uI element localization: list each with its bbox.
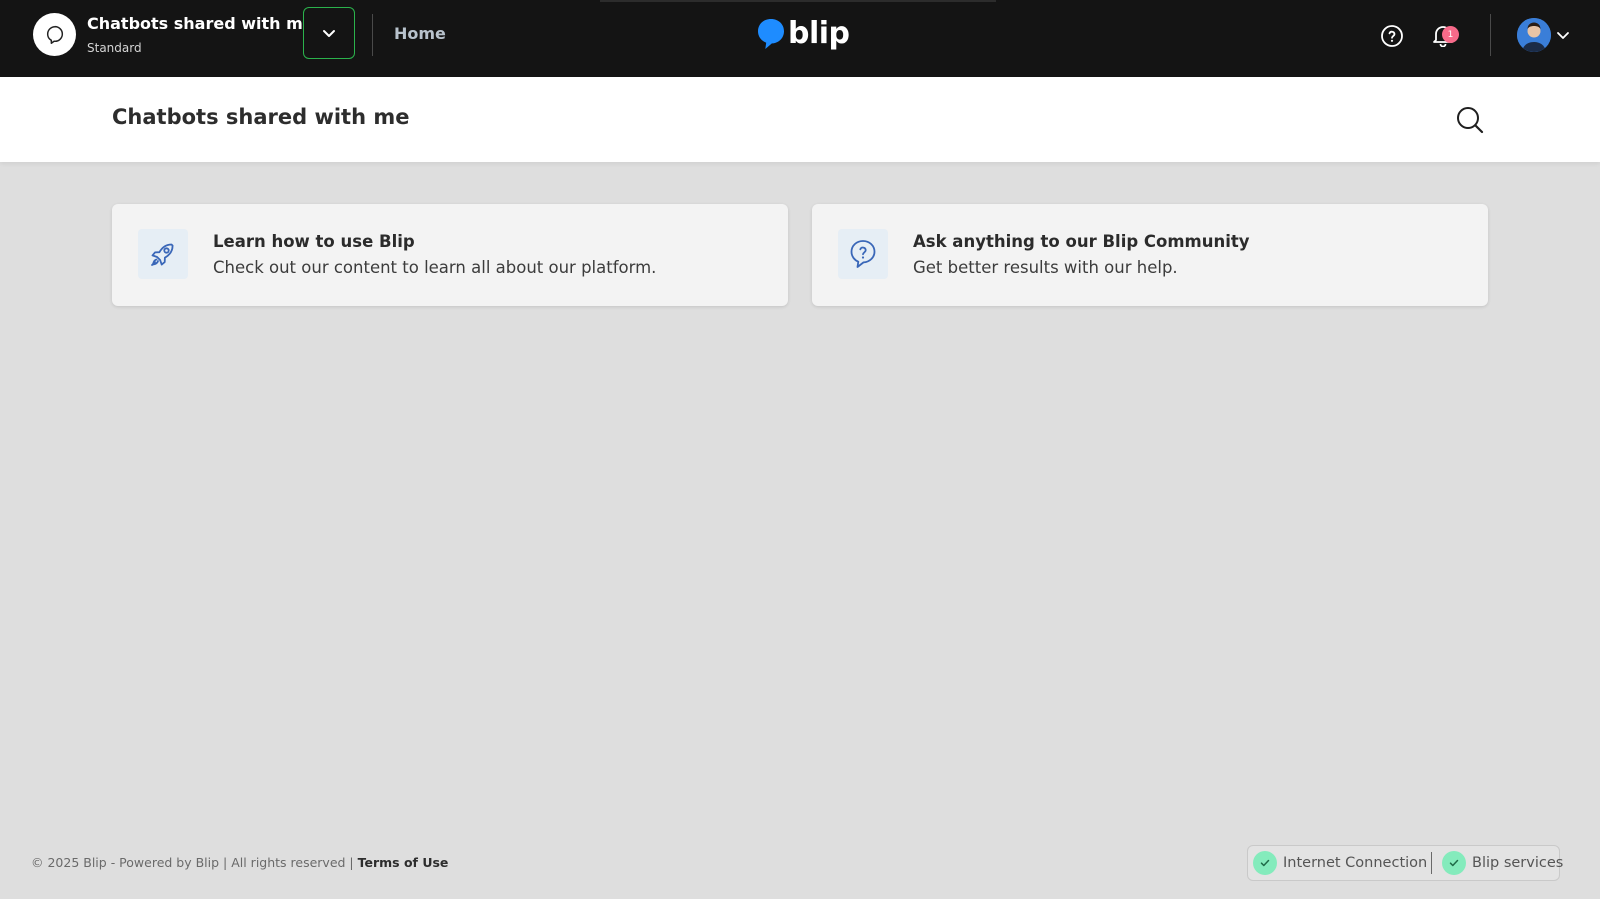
- card-description: Get better results with our help.: [913, 258, 1178, 277]
- nav-divider-right: [1490, 14, 1491, 56]
- blip-services-label: Blip services: [1472, 855, 1564, 871]
- nav-divider: [372, 14, 373, 56]
- internet-connection-label: Internet Connection: [1283, 855, 1428, 871]
- notification-badge: 1: [1442, 26, 1459, 43]
- help-button[interactable]: [1380, 24, 1404, 48]
- blip-community-card[interactable]: Ask anything to our Blip Community Get b…: [812, 204, 1488, 306]
- page-header: Chatbots shared with me: [0, 77, 1600, 162]
- workspace-title: Chatbots shared with me: [87, 14, 314, 33]
- chevron-down-icon: [323, 30, 335, 37]
- check-icon: [1442, 851, 1466, 875]
- internet-connection-status: Internet Connection: [1253, 851, 1427, 875]
- footer: © 2025 Blip - Powered by Blip | All righ…: [31, 855, 448, 870]
- search-icon: [1457, 107, 1484, 134]
- card-title: Learn how to use Blip: [213, 232, 415, 251]
- question-bubble-icon: [850, 240, 876, 268]
- workspace-plan: Standard: [87, 41, 142, 55]
- learn-blip-card[interactable]: Learn how to use Blip Check out our cont…: [112, 204, 788, 306]
- blip-logo-icon: [758, 19, 784, 49]
- terms-of-use-link[interactable]: Terms of Use: [358, 855, 449, 870]
- status-divider: [1431, 852, 1432, 874]
- user-menu-chevron-icon[interactable]: [1556, 28, 1570, 42]
- help-circle-icon: [1381, 25, 1403, 47]
- check-icon: [1253, 851, 1277, 875]
- blip-services-status: Blip services: [1442, 851, 1563, 875]
- card-icon-wrapper: [838, 229, 888, 279]
- card-title: Ask anything to our Blip Community: [913, 232, 1250, 251]
- blip-logo-text: blip: [788, 16, 850, 51]
- card-icon-wrapper: [138, 229, 188, 279]
- chat-bubble-icon: [46, 25, 63, 44]
- connection-status-panel: Internet Connection Blip services: [1247, 845, 1563, 881]
- rocket-icon: [151, 243, 174, 266]
- card-description: Check out our content to learn all about…: [213, 258, 657, 277]
- blip-logo[interactable]: blip: [756, 16, 850, 52]
- user-photo-icon: [1517, 18, 1551, 52]
- nav-home-link[interactable]: Home: [394, 24, 446, 43]
- page-title: Chatbots shared with me: [112, 105, 410, 129]
- user-avatar[interactable]: [1517, 18, 1551, 52]
- top-nav-bar: Chatbots shared with me Standard Home bl…: [0, 0, 1600, 77]
- footer-copyright: © 2025 Blip - Powered by Blip | All righ…: [31, 855, 358, 870]
- topbar-accent-line: [600, 0, 996, 2]
- search-button[interactable]: [1455, 105, 1485, 135]
- app-frame: Chatbots shared with me Standard Home bl…: [0, 0, 1600, 899]
- workspace-avatar[interactable]: [33, 13, 76, 56]
- workspace-switch-button[interactable]: [303, 7, 355, 59]
